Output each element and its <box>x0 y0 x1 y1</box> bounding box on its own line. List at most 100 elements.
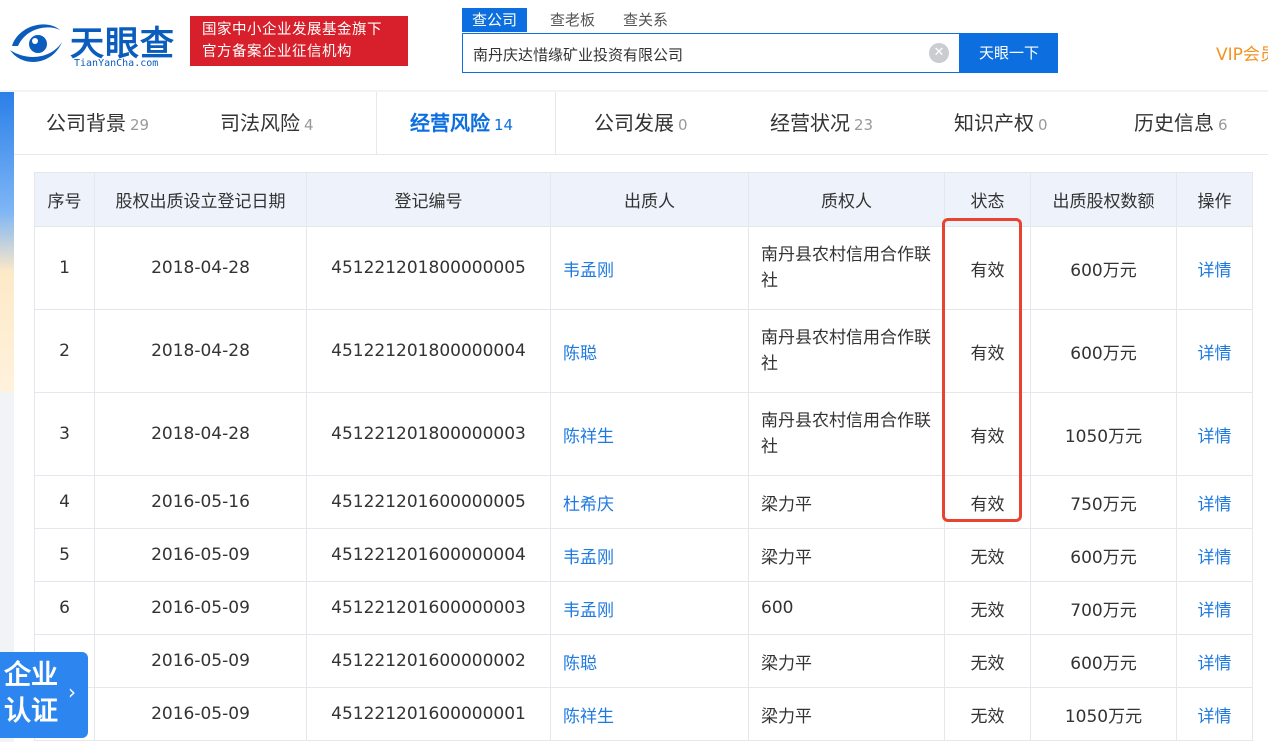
details-link[interactable]: 详情 <box>1198 427 1232 447</box>
col-header-amount: 出质股权数额 <box>1030 172 1177 227</box>
cell-no: 4 <box>34 475 95 529</box>
details-link[interactable]: 详情 <box>1198 261 1232 281</box>
details-link[interactable]: 详情 <box>1198 548 1232 568</box>
details-link[interactable]: 详情 <box>1198 495 1232 515</box>
cell-no: 1 <box>34 226 95 310</box>
table-row: 6 2016-05-09 451221201600000003 韦孟刚 600 … <box>34 581 1253 635</box>
tab-count: 14 <box>494 116 514 134</box>
credential-badge: 国家中小企业发展基金旗下 官方备案企业征信机构 <box>190 16 408 66</box>
col-header-pledgee: 质权人 <box>748 172 945 227</box>
cell-pledgee: 600 <box>748 581 945 635</box>
col-header-status: 状态 <box>944 172 1031 227</box>
search-tab-company[interactable]: 查公司 <box>462 8 528 32</box>
col-header-reg-no: 登记编号 <box>306 172 551 227</box>
badge-line-1: 国家中小企业发展基金旗下 <box>202 22 382 38</box>
search-input[interactable] <box>463 34 915 74</box>
clear-icon[interactable]: ✕ <box>929 43 949 63</box>
cell-date: 2018-04-28 <box>94 392 307 476</box>
tab-label: 司法风险 <box>220 111 300 135</box>
pledgor-link[interactable]: 陈祥生 <box>563 707 614 727</box>
col-header-no: 序号 <box>34 172 95 227</box>
cell-no: 5 <box>34 528 95 582</box>
tab-count: 0 <box>678 116 688 134</box>
col-header-action: 操作 <box>1176 172 1253 227</box>
tab-label: 历史信息 <box>1134 111 1214 135</box>
details-link[interactable]: 详情 <box>1198 707 1232 727</box>
cell-reg-no: 451221201600000003 <box>306 581 551 635</box>
pledgor-link[interactable]: 杜希庆 <box>563 495 614 515</box>
cell-reg-no: 451221201800000003 <box>306 392 551 476</box>
table-header-row: 序号 股权出质设立登记日期 登记编号 出质人 质权人 状态 出质股权数额 操作 <box>34 172 1253 227</box>
cell-action: 详情 <box>1176 309 1253 393</box>
logo-domain: TianYanCha.com <box>74 58 159 69</box>
tab-judicial-risk[interactable]: 司法风险 4 <box>220 92 314 154</box>
tab-count: 6 <box>1218 116 1228 134</box>
tab-intellectual-property[interactable]: 知识产权 0 <box>954 92 1048 154</box>
search-tab-relation[interactable]: 查关系 <box>623 8 668 32</box>
cell-pledgee: 梁力平 <box>748 475 945 529</box>
cell-action: 详情 <box>1176 528 1253 582</box>
pledgor-link[interactable]: 韦孟刚 <box>563 601 614 621</box>
eye-logo-icon <box>10 24 62 62</box>
pledgor-link[interactable]: 陈祥生 <box>563 427 614 447</box>
pledgor-link[interactable]: 韦孟刚 <box>563 548 614 568</box>
cell-action: 详情 <box>1176 392 1253 476</box>
tab-operating-status[interactable]: 经营状况 23 <box>770 92 873 154</box>
tab-label: 经营状况 <box>770 111 850 135</box>
cell-pledgor: 陈聪 <box>550 634 749 688</box>
cell-no: 6 <box>34 581 95 635</box>
pledgor-link[interactable]: 韦孟刚 <box>563 261 614 281</box>
table-row: 1 2018-04-28 451221201800000005 韦孟刚 南丹县农… <box>34 226 1253 310</box>
cell-date: 2018-04-28 <box>94 309 307 393</box>
cell-status: 有效 <box>944 392 1031 476</box>
tab-count: 4 <box>304 116 314 134</box>
cell-date: 2018-04-28 <box>94 226 307 310</box>
details-link[interactable]: 详情 <box>1198 654 1232 674</box>
cell-date: 2016-05-09 <box>94 528 307 582</box>
tab-count: 29 <box>130 116 150 134</box>
cell-amount: 600万元 <box>1030 634 1177 688</box>
tab-label: 知识产权 <box>954 111 1034 135</box>
cell-amount: 1050万元 <box>1030 392 1177 476</box>
badge-line-2: 官方备案企业征信机构 <box>202 44 352 60</box>
cell-action: 详情 <box>1176 687 1253 741</box>
cell-amount: 600万元 <box>1030 309 1177 393</box>
search-box: ✕ <box>462 33 960 74</box>
col-header-pledgor: 出质人 <box>550 172 749 227</box>
tab-label: 公司发展 <box>594 111 674 135</box>
tab-company-background[interactable]: 公司背景 29 <box>46 92 149 154</box>
cell-status: 有效 <box>944 309 1031 393</box>
cell-reg-no: 451221201600000004 <box>306 528 551 582</box>
cell-amount: 700万元 <box>1030 581 1177 635</box>
cell-status: 有效 <box>944 475 1031 529</box>
tab-label: 公司背景 <box>46 111 126 135</box>
cell-reg-no: 451221201600000005 <box>306 475 551 529</box>
cell-status: 无效 <box>944 528 1031 582</box>
details-link[interactable]: 详情 <box>1198 344 1232 364</box>
tab-operating-risk[interactable]: 经营风险 14 <box>410 92 514 154</box>
search-button[interactable]: 天眼一下 <box>960 33 1058 73</box>
cell-status: 无效 <box>944 581 1031 635</box>
pledgor-link[interactable]: 陈聪 <box>563 654 597 674</box>
pledgor-link[interactable]: 陈聪 <box>563 344 597 364</box>
tab-company-development[interactable]: 公司发展 0 <box>594 92 688 154</box>
pledgee-text: 南丹县农村信用合作联社 <box>761 245 931 291</box>
cell-pledgor: 陈祥生 <box>550 392 749 476</box>
cell-action: 详情 <box>1176 226 1253 310</box>
table-row: 4 2016-05-16 451221201600000005 杜希庆 梁力平 … <box>34 475 1253 529</box>
cert-line-2: 认证 <box>4 696 58 727</box>
cell-action: 详情 <box>1176 634 1253 688</box>
pledgee-text: 南丹县农村信用合作联社 <box>761 328 931 374</box>
pledgee-text: 南丹县农村信用合作联社 <box>761 411 931 457</box>
enterprise-certification-button[interactable]: 企业 认证 › <box>0 652 88 738</box>
details-link[interactable]: 详情 <box>1198 601 1232 621</box>
chevron-right-icon: › <box>68 680 76 704</box>
cell-pledgor: 杜希庆 <box>550 475 749 529</box>
cell-no: 2 <box>34 309 95 393</box>
tab-history[interactable]: 历史信息 6 <box>1134 92 1228 154</box>
cell-date: 2016-05-09 <box>94 581 307 635</box>
search-tab-boss[interactable]: 查老板 <box>550 8 595 32</box>
cell-pledgor: 陈祥生 <box>550 687 749 741</box>
vip-link[interactable]: VIP会员 <box>1216 40 1268 65</box>
cell-pledgor: 陈聪 <box>550 309 749 393</box>
